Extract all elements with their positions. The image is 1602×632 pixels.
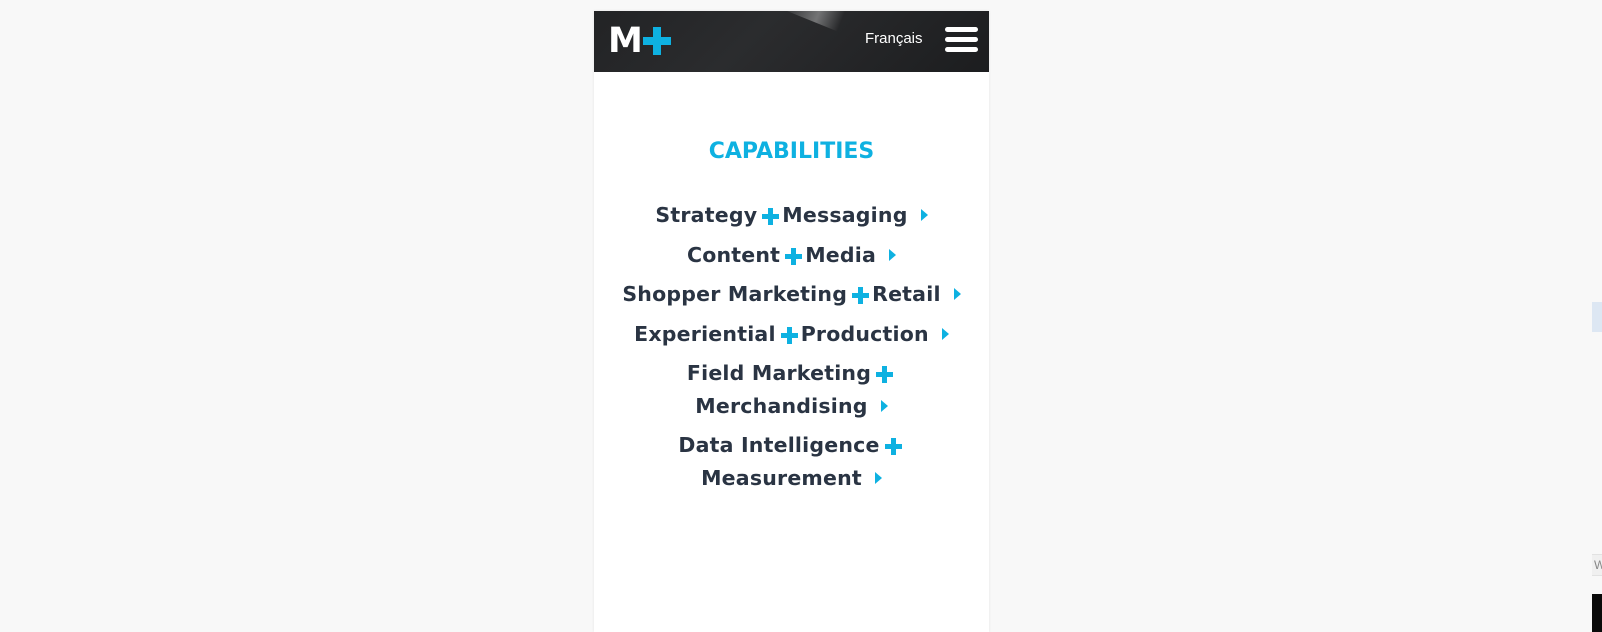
caret-right-icon [953, 288, 961, 300]
plus-icon [876, 366, 894, 383]
list-item: Shopper Marketing Retail [594, 278, 989, 311]
capability-label: Shopper Marketing [622, 282, 848, 306]
caret-right-icon [874, 471, 882, 484]
list-item: Strategy Messaging [594, 199, 989, 232]
caret-right-icon [889, 248, 897, 261]
capability-link[interactable]: Data Intelligence Measurement [678, 429, 904, 494]
capability-label: Experiential [634, 321, 776, 346]
plus-icon [785, 247, 803, 265]
capability-label: Field Marketing [686, 361, 872, 385]
capability-label: Merchandising [695, 393, 868, 418]
capability-label: Production [800, 321, 929, 346]
list-item: Field Marketing Merchandising [594, 357, 989, 422]
capability-link[interactable]: Content Media [686, 239, 897, 272]
capability-link[interactable]: Field Marketing Merchandising [687, 357, 896, 422]
plus-icon [884, 438, 902, 455]
capability-label: Strategy [655, 203, 758, 227]
site-logo[interactable]: M [608, 21, 671, 61]
edge-dark-panel [1592, 594, 1602, 632]
capability-link[interactable]: Shopper Marketing Retail [622, 278, 961, 311]
edge-partial-widget: W [1592, 554, 1602, 576]
plus-icon [780, 326, 798, 344]
capability-label: Data Intelligence [678, 433, 880, 457]
language-link[interactable]: Français [865, 29, 923, 49]
plus-icon [852, 287, 870, 304]
logo-plus-icon [642, 27, 671, 55]
list-item: Experiential Production [594, 318, 989, 351]
edge-highlight-strip [1592, 302, 1602, 332]
section-title: CAPABILITIES [708, 139, 875, 164]
capability-link[interactable]: Strategy Messaging [655, 199, 928, 232]
site-header: M Français [594, 11, 989, 72]
capabilities-list: Strategy Messaging Content Media Shopper M… [594, 199, 989, 501]
logo-letter: M [608, 21, 643, 61]
hamburger-menu-icon[interactable] [945, 25, 978, 54]
capability-label: Retail [872, 282, 941, 306]
caret-right-icon [880, 399, 888, 412]
list-item: Data Intelligence Measurement [594, 429, 989, 494]
header-light-streak [781, 11, 847, 32]
capability-label: Measurement [701, 465, 862, 490]
list-item: Content Media [594, 239, 989, 272]
caret-right-icon [920, 209, 928, 221]
capability-label: Media [805, 242, 877, 267]
page-container: M Français CAPABILITIES Strategy Messagin… [594, 11, 989, 632]
caret-right-icon [941, 327, 949, 340]
capability-link[interactable]: Experiential Production [634, 318, 949, 351]
plus-icon [762, 208, 780, 225]
capability-label: Content [686, 242, 781, 267]
capability-label: Messaging [782, 203, 908, 227]
